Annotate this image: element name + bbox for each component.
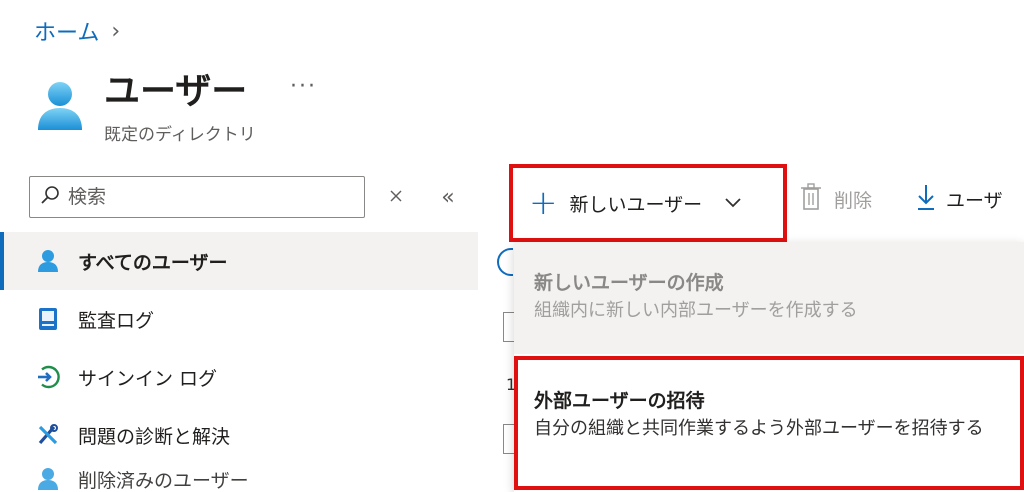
search-box[interactable] (29, 176, 365, 218)
trash-icon (800, 183, 822, 215)
menu-item-description: 組織内に新しい内部ユーザーを作成する (534, 300, 858, 321)
new-user-dropdown: 新しいユーザーの作成 組織内に新しい内部ユーザーを作成する 外部ユーザーの招待 … (514, 242, 1024, 492)
sign-in-icon (36, 365, 60, 389)
new-user-label: 新しいユーザー (569, 193, 703, 216)
close-icon (389, 188, 403, 207)
user-icon (36, 467, 60, 491)
download-icon (916, 183, 936, 215)
sidebar-item-sign-in-logs[interactable]: サインイン ログ (0, 348, 478, 406)
wrench-icon (36, 423, 60, 447)
users-icon (36, 80, 84, 132)
sidebar-item-label: 削除済みのユーザー (78, 469, 249, 492)
breadcrumb: ホーム › (34, 15, 121, 47)
sidebar-item-diagnose-solve[interactable]: 問題の診断と解決 (0, 406, 478, 464)
sidebar-item-deleted-users[interactable]: 削除済みのユーザー (0, 464, 478, 492)
sidebar-item-all-users[interactable]: すべてのユーザー (0, 232, 478, 290)
menu-item-title: 外部ユーザーの招待 (534, 390, 705, 412)
menu-item-description: 自分の組織と共同作業するよう外部ユーザーを招待する (534, 418, 984, 439)
clear-search-button[interactable] (384, 184, 408, 210)
user-icon (36, 249, 60, 273)
chevron-down-icon (724, 194, 742, 213)
download-label: ユーザ (946, 189, 1003, 212)
menu-item-create-user[interactable]: 新しいユーザーの作成 組織内に新しい内部ユーザーを作成する (514, 242, 1024, 354)
menu-item-title: 新しいユーザーの作成 (534, 272, 724, 294)
sidebar-item-label: 監査ログ (78, 309, 155, 332)
collapse-sidebar-button[interactable]: « (434, 182, 462, 212)
search-icon (40, 185, 60, 209)
sidebar-item-label: すべてのユーザー (78, 251, 228, 274)
breadcrumb-home-link[interactable]: ホーム (34, 15, 99, 47)
plus-icon: + (529, 183, 558, 223)
delete-button[interactable]: 削除 (800, 178, 872, 220)
search-input[interactable] (68, 186, 348, 208)
sidebar-item-audit-logs[interactable]: 監査ログ (0, 290, 478, 348)
new-user-button[interactable]: + 新しいユーザー (509, 164, 787, 242)
audit-log-icon (36, 307, 60, 331)
delete-label: 削除 (834, 189, 873, 212)
sidebar-item-label: 問題の診断と解決 (78, 425, 231, 448)
page-subtitle: 既定のディレクトリ (104, 125, 256, 145)
filter-pill-edge (497, 248, 513, 276)
more-options-button[interactable]: ··· (290, 74, 317, 99)
breadcrumb-separator: › (111, 18, 121, 44)
menu-item-invite-external-user[interactable]: 外部ユーザーの招待 自分の組織と共同作業するよう外部ユーザーを招待する (514, 356, 1024, 490)
sidebar-item-label: サインイン ログ (78, 367, 218, 390)
sidebar-nav: すべてのユーザー 監査ログ サインイン ログ 問題の診断と解決 削除済みのユーザ… (0, 232, 478, 492)
download-users-button[interactable]: ユーザ (916, 178, 1003, 220)
page-title: ユーザー (104, 71, 248, 112)
